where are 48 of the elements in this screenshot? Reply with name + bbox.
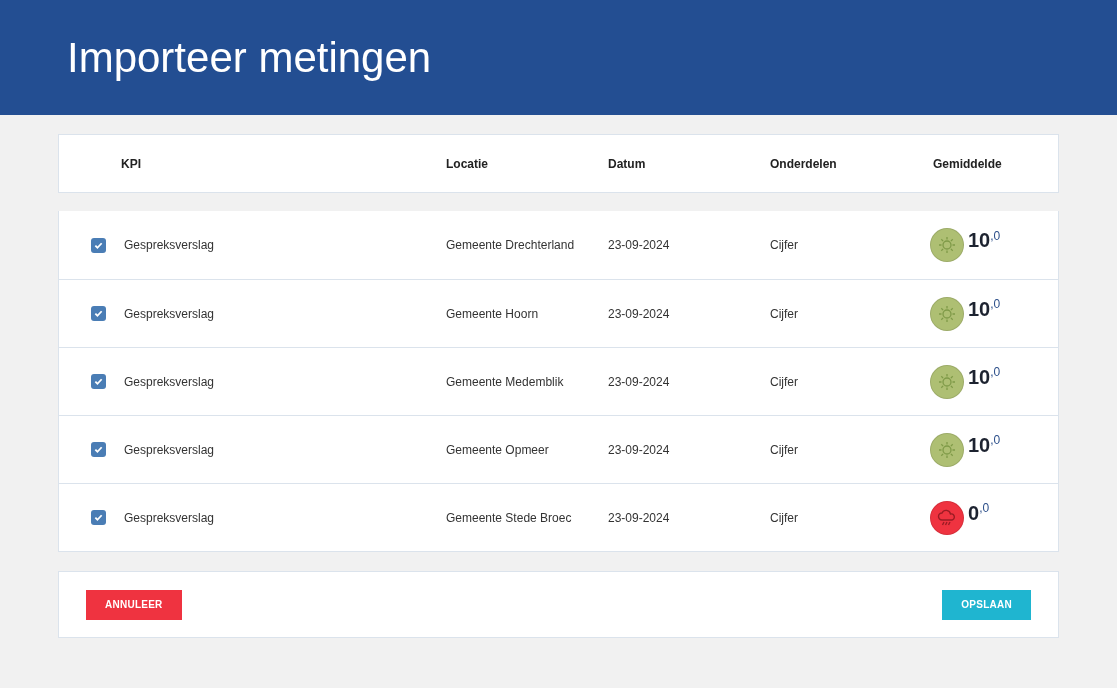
sun-icon [938,236,956,254]
table-cell-text: Gemeente Opmeer [446,441,550,459]
sun-icon [938,372,956,391]
table-cell-text: Cijfer [770,509,799,527]
table-cell-text: 23-09-2024 [608,237,671,254]
table-cell-text: Gespreksverslag [124,441,216,459]
sun-icon [938,304,956,323]
checkmark-icon [94,377,103,386]
table-cell-text: Gespreksverslag [124,373,216,391]
score-value: 10$^{,0}$ [968,298,1001,319]
table-cell-text: Gespreksverslag [124,305,216,323]
checkbox[interactable] [91,374,106,389]
table-cell-text: Gemeente Hoorn [446,305,540,323]
checkbox[interactable] [91,510,106,525]
checkmark-icon [94,513,103,522]
table-cell-text: 23-09-2024 [608,305,671,323]
table-cell-text: Gespreksverslag [124,237,216,254]
checkbox[interactable] [91,306,106,321]
table-cell-text: 23-09-2024 [608,373,671,391]
score-value: 0$^{,0}$ [968,502,990,523]
cancel-button[interactable]: ANNULEER [86,589,182,620]
table-cell-text: Gemeente Drechterland [446,237,576,254]
save-button[interactable]: OPSLAAN [942,589,1031,620]
checkbox[interactable] [91,237,106,253]
score-value: 10$^{,0}$ [968,434,1001,455]
table-cell-text: Gemeente Medemblik [446,373,565,391]
checkbox[interactable] [91,442,106,457]
table-cell-text: Gespreksverslag [124,509,216,527]
column-header: Locatie [446,155,489,173]
table-cell-text: Cijfer [770,237,799,254]
column-header: KPI [121,155,142,173]
table-cell-text: 23-09-2024 [608,441,671,459]
table-cell-text: 23-09-2024 [608,509,671,527]
rain-cloud-icon [937,507,957,528]
column-header: Datum [608,155,647,173]
checkmark-icon [94,445,103,454]
table-cell-text: Gemeente Stede Broec [446,509,573,527]
table-cell-text: Cijfer [770,441,799,459]
score-value: 10$^{,0}$ [968,366,1001,387]
checkmark-icon [94,240,103,250]
sun-icon [938,440,956,459]
checkmark-icon [94,309,103,318]
score-value: 10$^{,0}$ [968,230,1001,250]
column-header: Onderdelen [770,155,838,173]
table-cell-text: Cijfer [770,373,799,391]
column-header: Gemiddelde [933,155,1003,173]
page-title: Importeer metingen [67,33,432,83]
table-cell-text: Cijfer [770,305,799,323]
